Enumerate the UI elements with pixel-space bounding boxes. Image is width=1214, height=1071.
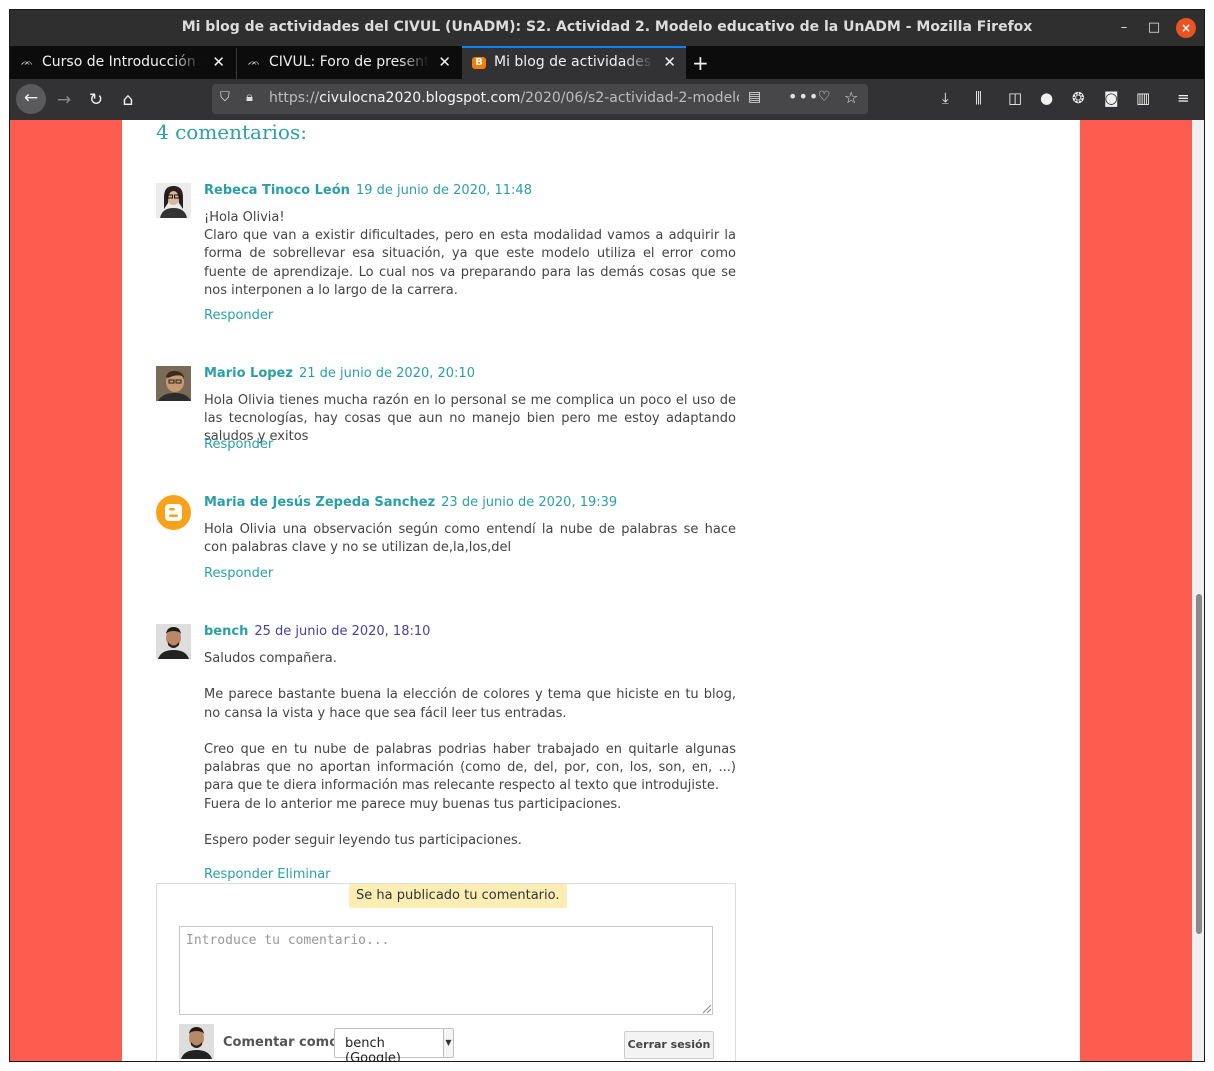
comment-item: bench 25 de junio de 2020, 18:10 Saludos …	[156, 624, 738, 882]
download-icon[interactable]: ⤓	[942, 89, 949, 107]
tab-curso[interactable]: ᨏ Curso de Introducción a l ✕	[10, 48, 235, 79]
sidebar-icon[interactable]: ◫	[1008, 89, 1022, 107]
identity-select[interactable]: bench (Google) ▼	[334, 1028, 454, 1061]
forward-arrow-icon[interactable]: →	[50, 86, 78, 114]
tab-mi-blog[interactable]: B Mi blog de actividades de ✕	[462, 46, 686, 79]
author-link[interactable]: Maria de Jesús Zepeda Sanchez	[204, 495, 435, 510]
comment-paragraph: Espero poder seguir leyendo tus particip…	[204, 832, 522, 848]
author-link[interactable]: bench	[204, 624, 248, 639]
reload-icon[interactable]: ↻	[82, 86, 110, 114]
reply-link[interactable]: Responder	[204, 867, 273, 882]
comment-textarea[interactable]: Introduce tu comentario...	[179, 926, 713, 1015]
comments-heading: 4 comentarios:	[156, 120, 307, 144]
extension-cat-icon[interactable]: ◙	[1104, 89, 1119, 107]
tab-label: Curso de Introducción a l	[42, 54, 202, 70]
bookmark-star-icon[interactable]: ☆	[844, 88, 858, 107]
comment-paragraph: Claro que van a existir dificultades, pe…	[204, 228, 736, 298]
author-link[interactable]: Rebeca Tinoco León	[204, 183, 350, 198]
close-tab-icon[interactable]: ✕	[438, 53, 451, 71]
comment-author-line: bench 25 de junio de 2020, 18:10	[204, 624, 430, 639]
scrollbar-thumb[interactable]	[1196, 594, 1202, 934]
reader-view-icon[interactable]: ▤	[748, 89, 761, 105]
logout-button[interactable]: Cerrar sesión	[624, 1031, 714, 1059]
user-avatar[interactable]	[179, 1024, 214, 1059]
url-bar[interactable]: ⛉ 🔒︎ https://civulocna2020.blogspot.com/…	[212, 84, 868, 114]
navigation-bar: ← → ↻ ⌂ ⛉ 🔒︎ https://civulocna2020.blogs…	[10, 79, 1204, 120]
resize-grip-icon[interactable]	[701, 1003, 712, 1014]
comment-paragraph: ¡Hola Olivia!	[204, 210, 285, 225]
comment-paragraph: Hola Olivia una observación según como e…	[204, 522, 736, 556]
wolf-icon: ᨏ	[20, 57, 34, 68]
comment-as-label: Comentar como:	[223, 1035, 344, 1050]
pocket-icon[interactable]: ♡	[818, 89, 831, 105]
comment-date-link[interactable]: 25 de junio de 2020, 18:10	[254, 624, 430, 639]
comment-author-line: Maria de Jesús Zepeda Sanchez 23 de junio…	[204, 495, 617, 510]
avatar[interactable]	[156, 183, 191, 218]
maximize-button[interactable]: □	[1144, 18, 1164, 38]
tab-civul-foro[interactable]: ᨏ CIVUL: Foro de presentac ✕	[236, 48, 461, 79]
close-tab-icon[interactable]: ✕	[663, 53, 676, 71]
reply-link[interactable]: Responder	[204, 437, 273, 452]
author-link[interactable]: Mario Lopez	[204, 366, 293, 381]
blog-post-area: 4 comentarios: Rebeca Tinoco León 19 de j…	[122, 120, 1080, 1061]
extension-grid-icon[interactable]: ▥	[1136, 89, 1150, 107]
comment-body: Saludos compañera. Me parece bastante bu…	[204, 650, 736, 850]
blogger-icon: B	[472, 57, 486, 69]
comment-item: Maria de Jesús Zepeda Sanchez 23 de junio…	[156, 495, 738, 581]
close-tab-icon[interactable]: ✕	[212, 53, 225, 71]
dropdown-arrow-icon[interactable]: ▼	[443, 1029, 453, 1057]
blogger-avatar-icon[interactable]	[156, 495, 191, 530]
lock-icon[interactable]: 🔒︎	[246, 90, 253, 105]
minimize-button[interactable]: –	[1114, 18, 1134, 38]
tab-label: Mi blog de actividades de	[494, 54, 654, 70]
new-tab-icon[interactable]: +	[692, 51, 709, 75]
close-window-button[interactable]: ×	[1176, 18, 1196, 38]
window-title: Mi blog de actividades del CIVUL (UnADM)…	[181, 19, 1033, 35]
shield-icon[interactable]: ⛉	[220, 90, 230, 105]
comment-body: Hola Olivia una observación según como e…	[204, 521, 736, 557]
back-arrow-icon[interactable]: ←	[16, 84, 46, 114]
title-bar: Mi blog de actividades del CIVUL (UnADM)…	[10, 10, 1204, 46]
browser-window: Mi blog de actividades del CIVUL (UnADM)…	[9, 9, 1205, 1062]
wolf-icon: ᨏ	[247, 57, 261, 68]
comment-paragraph: Hola Olivia tienes mucha razón en lo per…	[204, 393, 736, 445]
menu-hamburger-icon[interactable]: ≡	[1177, 89, 1190, 107]
comment-paragraph: Saludos compañera.	[204, 651, 337, 666]
published-notice: Se ha publicado tu comentario.	[349, 884, 567, 908]
avatar[interactable]	[156, 624, 191, 659]
tab-label: CIVUL: Foro de presentac	[269, 54, 429, 70]
comment-item: Rebeca Tinoco León 19 de junio de 2020, 1…	[156, 183, 738, 323]
page-actions-icon[interactable]: •••	[788, 87, 819, 106]
comment-paragraph: Fuera de lo anterior me parece muy buena…	[204, 796, 622, 812]
comment-author-line: Mario Lopez 21 de junio de 2020, 20:10	[204, 366, 475, 381]
comment-paragraph: Creo que en tu nube de palabras podrias …	[204, 741, 736, 794]
comment-body: ¡Hola Olivia! Claro que van a existir di…	[204, 209, 736, 300]
extension-mask-icon[interactable]: ❂	[1072, 89, 1085, 107]
avatar[interactable]	[156, 366, 191, 401]
comment-body: Hola Olivia tienes mucha razón en lo per…	[204, 392, 736, 447]
comment-date-link[interactable]: 19 de junio de 2020, 11:48	[356, 183, 532, 198]
comment-actions: Responder Eliminar	[204, 867, 335, 882]
home-icon[interactable]: ⌂	[114, 86, 142, 114]
account-icon[interactable]: ●	[1040, 89, 1053, 107]
library-icon[interactable]: ⫼	[975, 89, 982, 107]
delete-link[interactable]: Eliminar	[277, 867, 330, 882]
reply-link[interactable]: Responder	[204, 308, 273, 323]
comment-paragraph: Me parece bastante buena la elección de …	[204, 687, 736, 721]
page-viewport: 4 comentarios: Rebeca Tinoco León 19 de j…	[10, 120, 1192, 1061]
url-text[interactable]: https://civulocna2020.blogspot.com/2020/…	[269, 90, 739, 106]
tab-strip: ᨏ Curso de Introducción a l ✕ ᨏ CIVUL: F…	[10, 46, 1204, 79]
page-scrollbar[interactable]	[1192, 120, 1204, 1061]
comment-date-link[interactable]: 23 de junio de 2020, 19:39	[441, 495, 617, 510]
comment-item: Mario Lopez 21 de junio de 2020, 20:10 Ho…	[156, 366, 738, 452]
reply-link[interactable]: Responder	[204, 566, 273, 581]
identity-value: bench (Google)	[345, 1036, 401, 1062]
comment-form: Se ha publicado tu comentario. Introduce…	[156, 883, 736, 1061]
comment-date-link[interactable]: 21 de junio de 2020, 20:10	[299, 366, 475, 381]
comment-author-line: Rebeca Tinoco León 19 de junio de 2020, 1…	[204, 183, 532, 198]
